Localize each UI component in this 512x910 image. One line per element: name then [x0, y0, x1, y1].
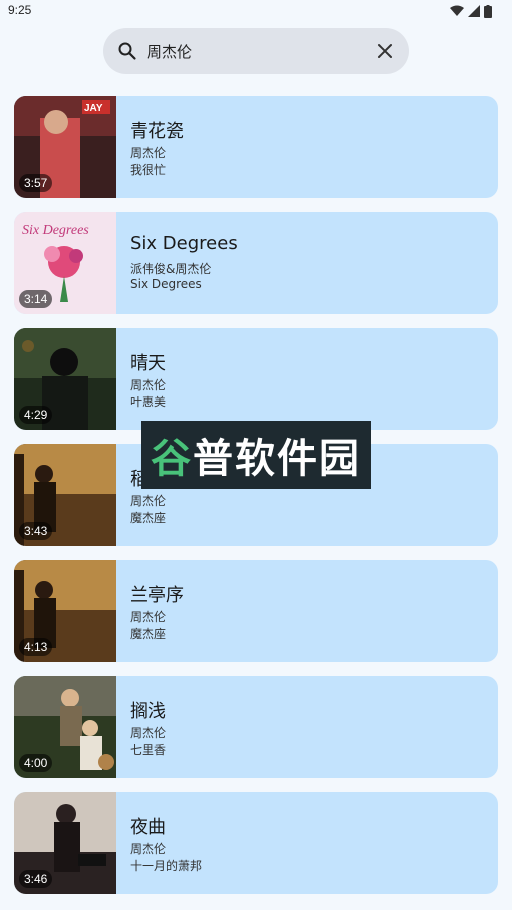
song-artist: 周杰伦 [130, 378, 167, 392]
song-title: 晴天 [130, 353, 166, 374]
song-title: Six Degrees [130, 233, 238, 254]
svg-text:Six Degrees: Six Degrees [22, 223, 89, 238]
song-title: 夜曲 [130, 817, 166, 838]
song-artist: 周杰伦 [130, 726, 167, 740]
duration-badge: 4:13 [19, 638, 53, 656]
song-artist: 周杰伦 [130, 494, 167, 508]
album-cover: 4:29 [14, 328, 116, 430]
album-cover: 3:43 [14, 444, 116, 546]
watermark: 谷 普软件园 [141, 421, 371, 489]
song-album: 七里香 [130, 743, 167, 757]
song-artist: 周杰伦 [130, 146, 167, 160]
duration-badge: 3:57 [19, 174, 53, 192]
album-cover: Six Degrees 3:14 [14, 212, 116, 314]
song-album: 魔杰座 [130, 627, 167, 641]
song-album: 魔杰座 [130, 511, 167, 525]
song-title: 兰亭序 [130, 585, 184, 606]
close-icon[interactable] [375, 41, 395, 61]
search-icon [118, 42, 136, 60]
album-cover: 4:13 [14, 560, 116, 662]
song-album: 我很忙 [130, 163, 167, 177]
song-item[interactable]: Six Degrees 3:14 Six Degrees 派伟俊&周杰伦 Six… [14, 212, 498, 314]
song-album: 十一月的萧邦 [130, 859, 203, 873]
song-artist: 周杰伦 [130, 610, 167, 624]
signal-icon [468, 5, 480, 17]
song-item[interactable]: 4:13 兰亭序 周杰伦 魔杰座 [14, 560, 498, 662]
duration-badge: 3:46 [19, 870, 53, 888]
song-title: 青花瓷 [130, 121, 184, 142]
song-item[interactable]: 4:00 搁浅 周杰伦 七里香 [14, 676, 498, 778]
album-cover: 4:00 [14, 676, 116, 778]
song-item[interactable]: JAY 3:57 青花瓷 周杰伦 我很忙 [14, 96, 498, 198]
status-time: 9:25 [8, 3, 32, 17]
song-album: 叶惠美 [130, 395, 167, 409]
duration-badge: 4:00 [19, 754, 53, 772]
song-artist: 派伟俊&周杰伦 [130, 262, 212, 276]
svg-text:JAY: JAY [84, 103, 103, 114]
song-title: 搁浅 [130, 701, 166, 722]
search-bar[interactable]: 周杰伦 [103, 28, 409, 74]
wifi-icon [450, 5, 464, 16]
song-artist: 周杰伦 [130, 842, 167, 856]
status-icons [450, 4, 492, 18]
song-album: Six Degrees [130, 277, 202, 291]
duration-badge: 4:29 [19, 406, 53, 424]
watermark-text-a: 谷 [151, 436, 193, 482]
watermark-text-b: 普软件园 [193, 436, 361, 482]
album-cover: 3:46 [14, 792, 116, 894]
song-item[interactable]: 3:46 夜曲 周杰伦 十一月的萧邦 [14, 792, 498, 894]
album-cover: JAY 3:57 [14, 96, 116, 198]
duration-badge: 3:14 [19, 290, 53, 308]
search-input[interactable]: 周杰伦 [147, 41, 192, 62]
status-bar: 9:25 [0, 0, 512, 22]
song-item[interactable]: 4:29 晴天 周杰伦 叶惠美 [14, 328, 498, 430]
duration-badge: 3:43 [19, 522, 53, 540]
battery-icon [484, 4, 492, 18]
song-list: JAY 3:57 青花瓷 周杰伦 我很忙 Six Degrees 3:14 Si… [14, 96, 498, 908]
